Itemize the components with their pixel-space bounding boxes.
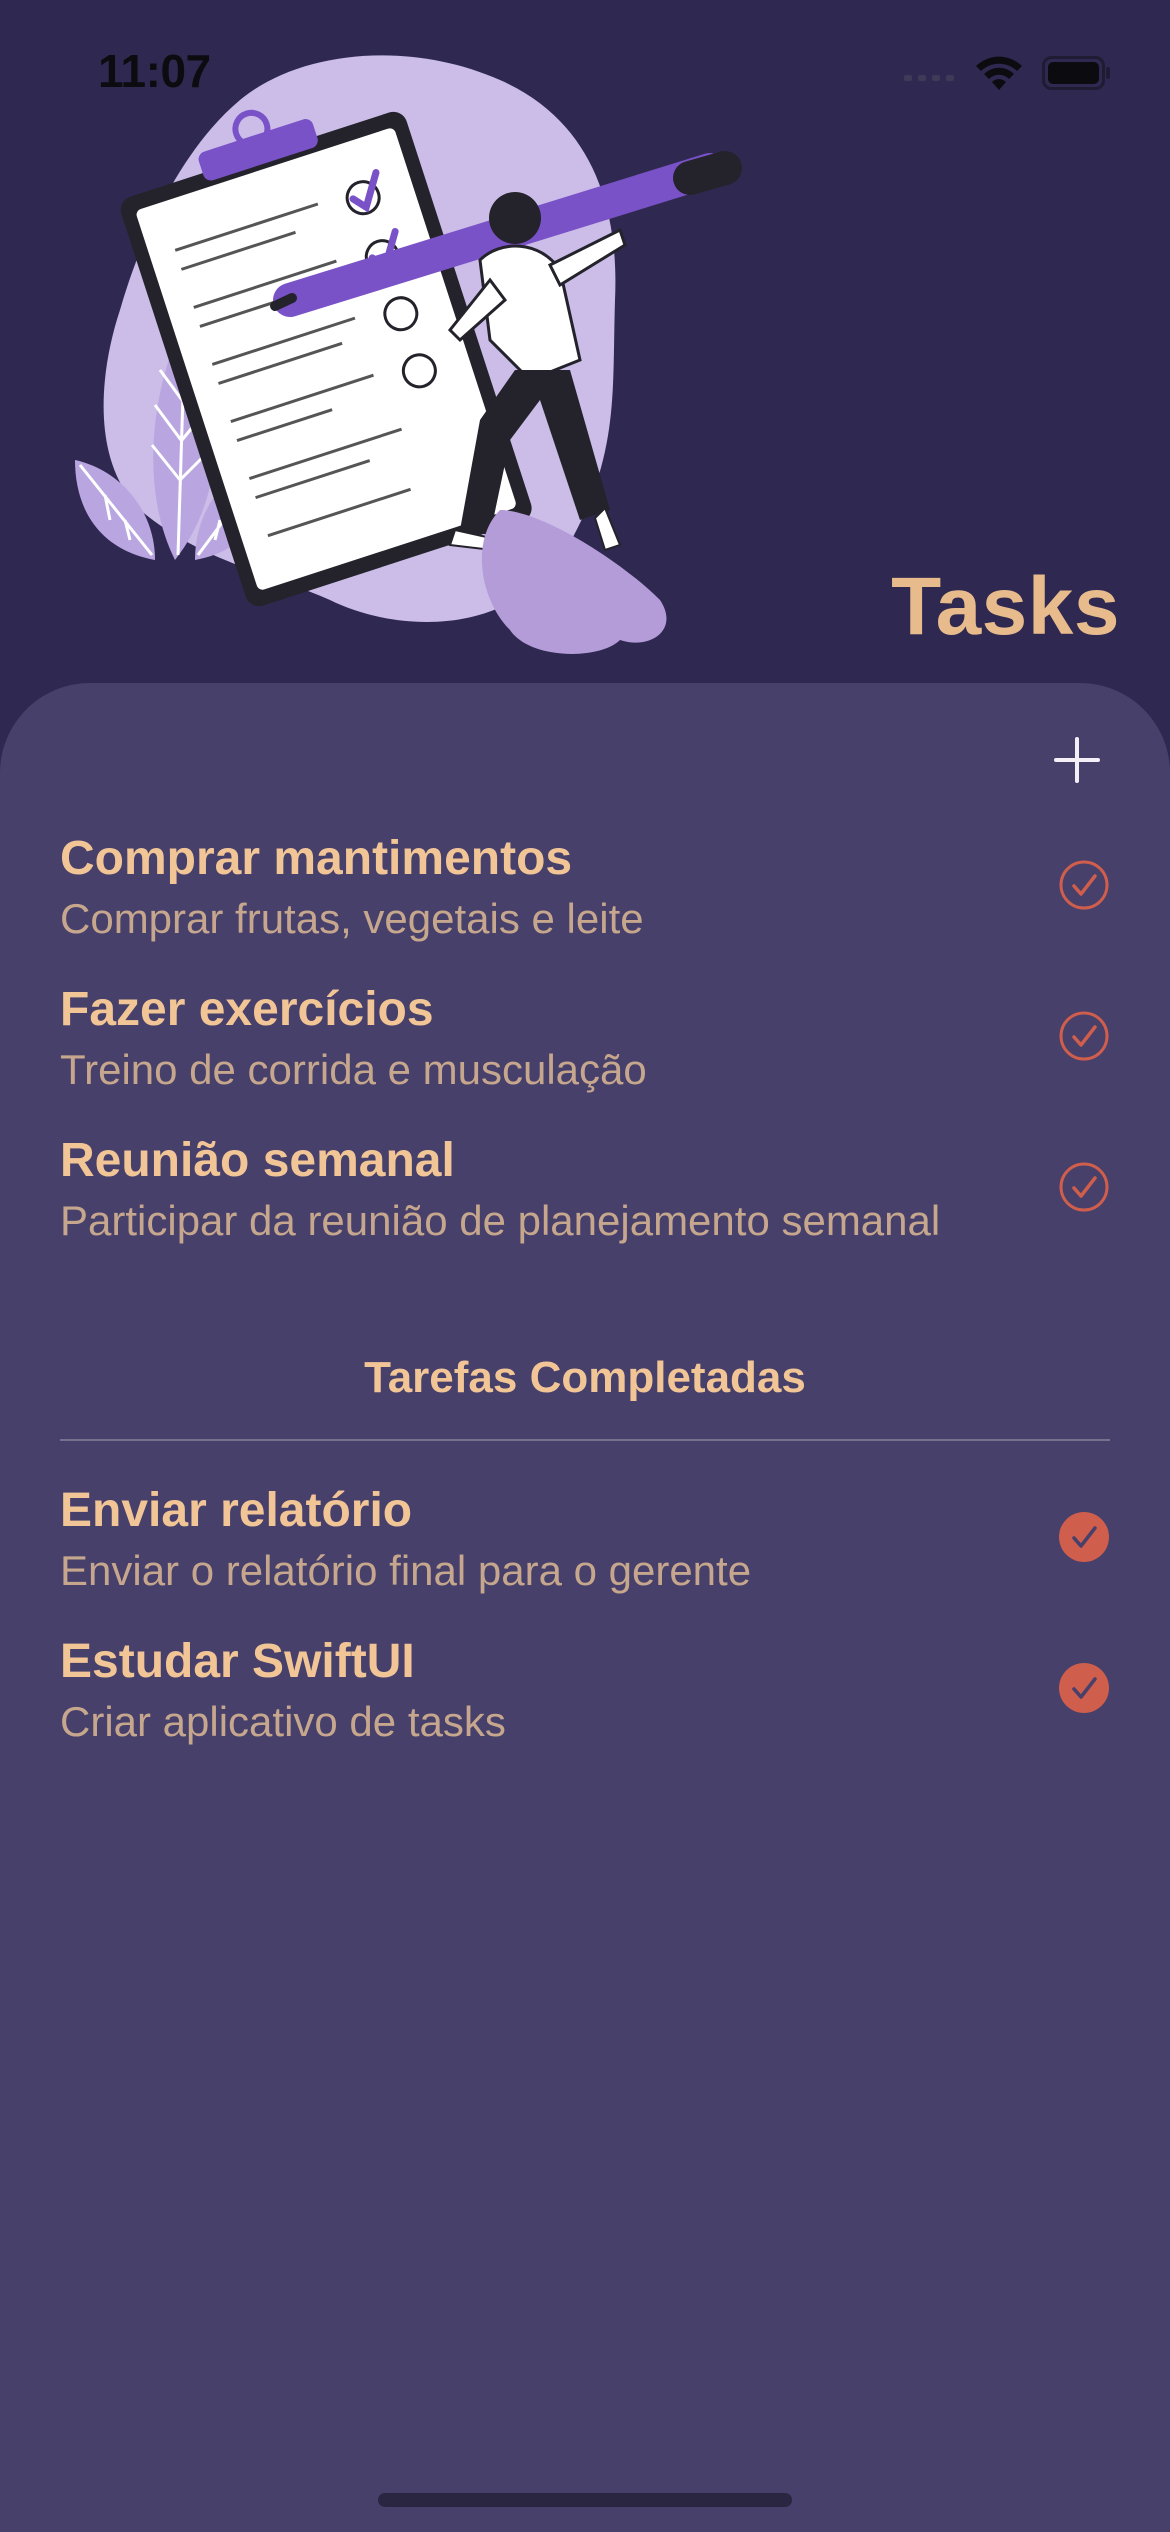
task-title: Reunião semanal xyxy=(60,1134,455,1187)
status-icons xyxy=(904,54,1112,92)
circle-check-outline-icon[interactable] xyxy=(1058,1161,1110,1213)
circle-check-filled-icon[interactable] xyxy=(1058,1662,1110,1714)
completed-task-row[interactable]: Enviar relatório Enviar o relatório fina… xyxy=(60,1483,1110,1634)
task-description: Participar da reunião de planejamento se… xyxy=(60,1197,941,1244)
battery-icon xyxy=(1042,56,1110,90)
task-title: Estudar SwiftUI xyxy=(60,1635,415,1688)
wifi-icon xyxy=(976,56,1022,90)
circle-check-outline-icon[interactable] xyxy=(1058,1010,1110,1062)
task-title: Enviar relatório xyxy=(60,1484,413,1537)
task-row[interactable]: Reunião semanal Participar da reunião de… xyxy=(60,1133,1110,1284)
cellular-signal-icon xyxy=(904,75,954,81)
circle-check-filled-icon[interactable] xyxy=(1058,1511,1110,1563)
page-title: Tasks xyxy=(891,561,1120,652)
circle-check-outline-icon[interactable] xyxy=(1058,859,1110,911)
home-indicator[interactable] xyxy=(378,2493,792,2507)
completed-task-list: Enviar relatório Enviar o relatório fina… xyxy=(60,1483,1110,1785)
task-row[interactable]: Comprar mantimentos Comprar frutas, vege… xyxy=(60,831,1110,982)
pending-task-list: Comprar mantimentos Comprar frutas, vege… xyxy=(60,831,1110,1284)
add-task-button[interactable] xyxy=(1052,735,1102,785)
task-title: Comprar mantimentos xyxy=(60,832,573,885)
task-description: Treino de corrida e musculação xyxy=(60,1046,647,1093)
plus-icon xyxy=(1054,737,1100,783)
tasks-sheet: Comprar mantimentos Comprar frutas, vege… xyxy=(0,683,1170,2532)
task-description: Comprar frutas, vegetais e leite xyxy=(60,895,644,942)
task-description: Enviar o relatório final para o gerente xyxy=(60,1547,752,1594)
completed-task-row[interactable]: Estudar SwiftUI Criar aplicativo de task… xyxy=(60,1634,1110,1785)
task-title: Fazer exercícios xyxy=(60,983,434,1036)
section-divider xyxy=(60,1439,1110,1441)
task-description: Criar aplicativo de tasks xyxy=(60,1698,506,1745)
task-checklist-illustration xyxy=(75,55,742,654)
task-row[interactable]: Fazer exercícios Treino de corrida e mus… xyxy=(60,982,1110,1133)
completed-section-title: Tarefas Completadas xyxy=(364,1353,806,1402)
